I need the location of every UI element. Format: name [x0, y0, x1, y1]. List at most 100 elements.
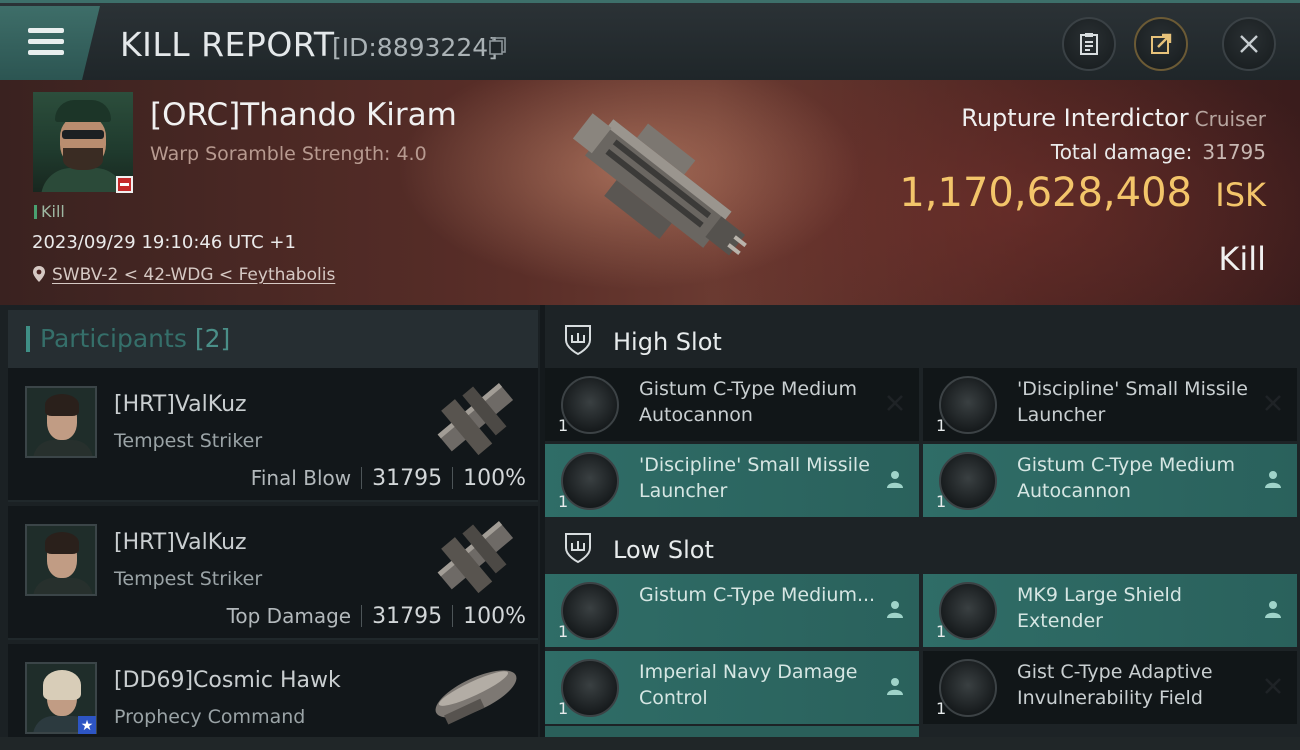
stat-divider: [361, 605, 363, 627]
low-slot-label: Low Slot: [613, 536, 714, 564]
victim-panel: [ORC]Thando Kiram Warp Soramble Strength…: [0, 80, 1300, 305]
participant-stats: Final Blow 31795 100%: [251, 466, 526, 491]
warp-scramble-strength: Warp Soramble Strength: 4.0: [150, 143, 427, 165]
module-name: MK9 Large Shield Extender: [1017, 584, 1182, 632]
avatar-cap: [55, 100, 111, 122]
participant-name: [HRT]ValKuz: [114, 392, 247, 417]
participant-ship-image: [437, 521, 514, 594]
destroyed-icon: [1265, 678, 1281, 694]
victim-ship-name[interactable]: Rupture Interdictor Cruiser: [961, 104, 1266, 132]
share-button[interactable]: [1134, 17, 1188, 71]
invulnerability-field-icon: [939, 659, 997, 717]
participant-avatar: [25, 524, 97, 596]
participant-percent: 100%: [463, 604, 526, 629]
total-damage: Total damage: 31795: [1051, 140, 1266, 164]
participant-role: Final Blow: [250, 466, 352, 490]
close-icon: [1240, 35, 1258, 53]
avatar-body: [41, 168, 125, 192]
participants-count: [2]: [194, 324, 231, 353]
module-name: Imperial Navy Damage Control: [639, 661, 858, 709]
module-item[interactable]: 1 'Discipline' Small Missile Launcher: [923, 368, 1297, 441]
module-name: Gist C-Type Adaptive Invulnerability Fie…: [1017, 661, 1213, 709]
avatar-body: [33, 578, 93, 594]
timestamp: 2023/09/29 19:10:46 UTC +1: [32, 232, 296, 253]
missile-launcher-icon: [561, 452, 619, 510]
person-icon: [887, 601, 903, 618]
kill-tag: Kill: [34, 202, 65, 221]
person-icon: [1265, 471, 1281, 488]
high-slot-label: High Slot: [613, 328, 722, 356]
participant-ship: Tempest Striker: [114, 568, 263, 590]
page-title: KILL REPORT: [120, 25, 335, 64]
kill-tag-label: Kill: [41, 202, 65, 221]
participant-stats: Top Damage 31795 100%: [227, 604, 526, 629]
share-icon: [1151, 33, 1172, 54]
participant-avatar: [25, 386, 97, 458]
module-item[interactable]: 1 MK9 Large Shield Extender: [923, 574, 1297, 647]
participant-ship-image: [437, 383, 514, 456]
participants-accent: [26, 326, 30, 352]
participant-row[interactable]: [HRT]ValKuz Tempest Striker Final Blow 31…: [8, 368, 538, 502]
close-button[interactable]: [1222, 17, 1276, 71]
shield-extender-icon: [939, 582, 997, 640]
stat-divider: [452, 467, 454, 489]
hamburger-icon-line: [28, 39, 64, 44]
participant-row[interactable]: [HRT]ValKuz Tempest Striker Top Damage 31…: [8, 506, 538, 640]
autocannon-icon: [939, 452, 997, 510]
participant-ship-image: [435, 670, 517, 725]
module-item[interactable]: 1 Gistum C-Type Medium Autocannon: [545, 368, 919, 441]
module-name: Gistum C-Type Medium Autocannon: [639, 378, 857, 426]
participant-name: [DD69]Cosmic Hawk: [114, 668, 341, 693]
location-link[interactable]: SWBV-2 < 42-WDG < Feythabolis: [32, 265, 335, 285]
star-icon: ★: [78, 716, 96, 734]
participant-row[interactable]: ★ [DD69]Cosmic Hawk Prophecy Command: [8, 644, 538, 750]
module-qty: 1: [936, 699, 947, 718]
copy-icon[interactable]: [488, 36, 508, 56]
participant-percent: 100%: [463, 466, 526, 491]
isk-value: 1,170,628,408: [899, 170, 1192, 216]
victim-ship-image: [572, 113, 747, 256]
participants-title-text: Participants: [40, 324, 187, 353]
module-qty: 1: [936, 622, 947, 641]
module-name: 'Discipline' Small Missile Launcher: [639, 454, 870, 502]
ship-class: Cruiser: [1194, 107, 1266, 131]
module-name: 'Discipline' Small Missile Launcher: [1017, 378, 1248, 426]
autocannon-icon: [561, 582, 619, 640]
module-qty: 1: [558, 416, 569, 435]
victim-name[interactable]: [ORC]Thando Kiram: [150, 97, 457, 133]
shield-icon: [565, 325, 591, 356]
avatar-hair: [45, 394, 79, 416]
participant-name: [HRT]ValKuz: [114, 530, 247, 555]
module-item[interactable]: 1 Gistum C-Type Medium...: [545, 574, 919, 647]
module-qty: 1: [936, 416, 947, 435]
missile-launcher-icon: [939, 376, 997, 434]
module-qty: 1: [558, 699, 569, 718]
module-item[interactable]: 1 'Discipline' Small Missile Launcher: [545, 444, 919, 517]
high-slot-header: High Slot: [545, 308, 1300, 370]
clipboard-button[interactable]: [1062, 17, 1116, 71]
participant-damage: 31795: [372, 466, 443, 491]
low-slot-header: Low Slot: [545, 516, 1300, 578]
module-item[interactable]: 1 Imperial Navy Damage Control: [545, 651, 919, 724]
destroyed-icon: [887, 395, 903, 411]
location-text: SWBV-2 < 42-WDG < Feythabolis: [52, 265, 336, 285]
module-name: Gistum C-Type Medium...: [639, 584, 876, 606]
isk-unit: ISK: [1215, 176, 1266, 214]
avatar-glasses: [62, 130, 104, 139]
menu-button[interactable]: [0, 6, 100, 80]
avatar-beard: [63, 148, 103, 170]
kill-tag-marker: [34, 205, 37, 219]
module-name: Gistum C-Type Medium Autocannon: [1017, 454, 1235, 502]
avatar-hair: [43, 670, 81, 700]
ship-name-text: Rupture Interdictor: [961, 104, 1189, 132]
module-item[interactable]: 1 Gist C-Type Adaptive Invulnerability F…: [923, 651, 1297, 724]
module-qty: 1: [558, 622, 569, 641]
total-damage-value: 31795: [1202, 140, 1266, 164]
hamburger-icon-line: [28, 50, 64, 55]
participants-header: Participants [2]: [8, 310, 538, 368]
person-icon: [887, 678, 903, 695]
participant-role: Top Damage: [226, 604, 352, 628]
module-item[interactable]: 1 Gistum C-Type Medium Autocannon: [923, 444, 1297, 517]
clipboard-icon: [1080, 33, 1098, 55]
location-pin-icon: [33, 266, 45, 282]
